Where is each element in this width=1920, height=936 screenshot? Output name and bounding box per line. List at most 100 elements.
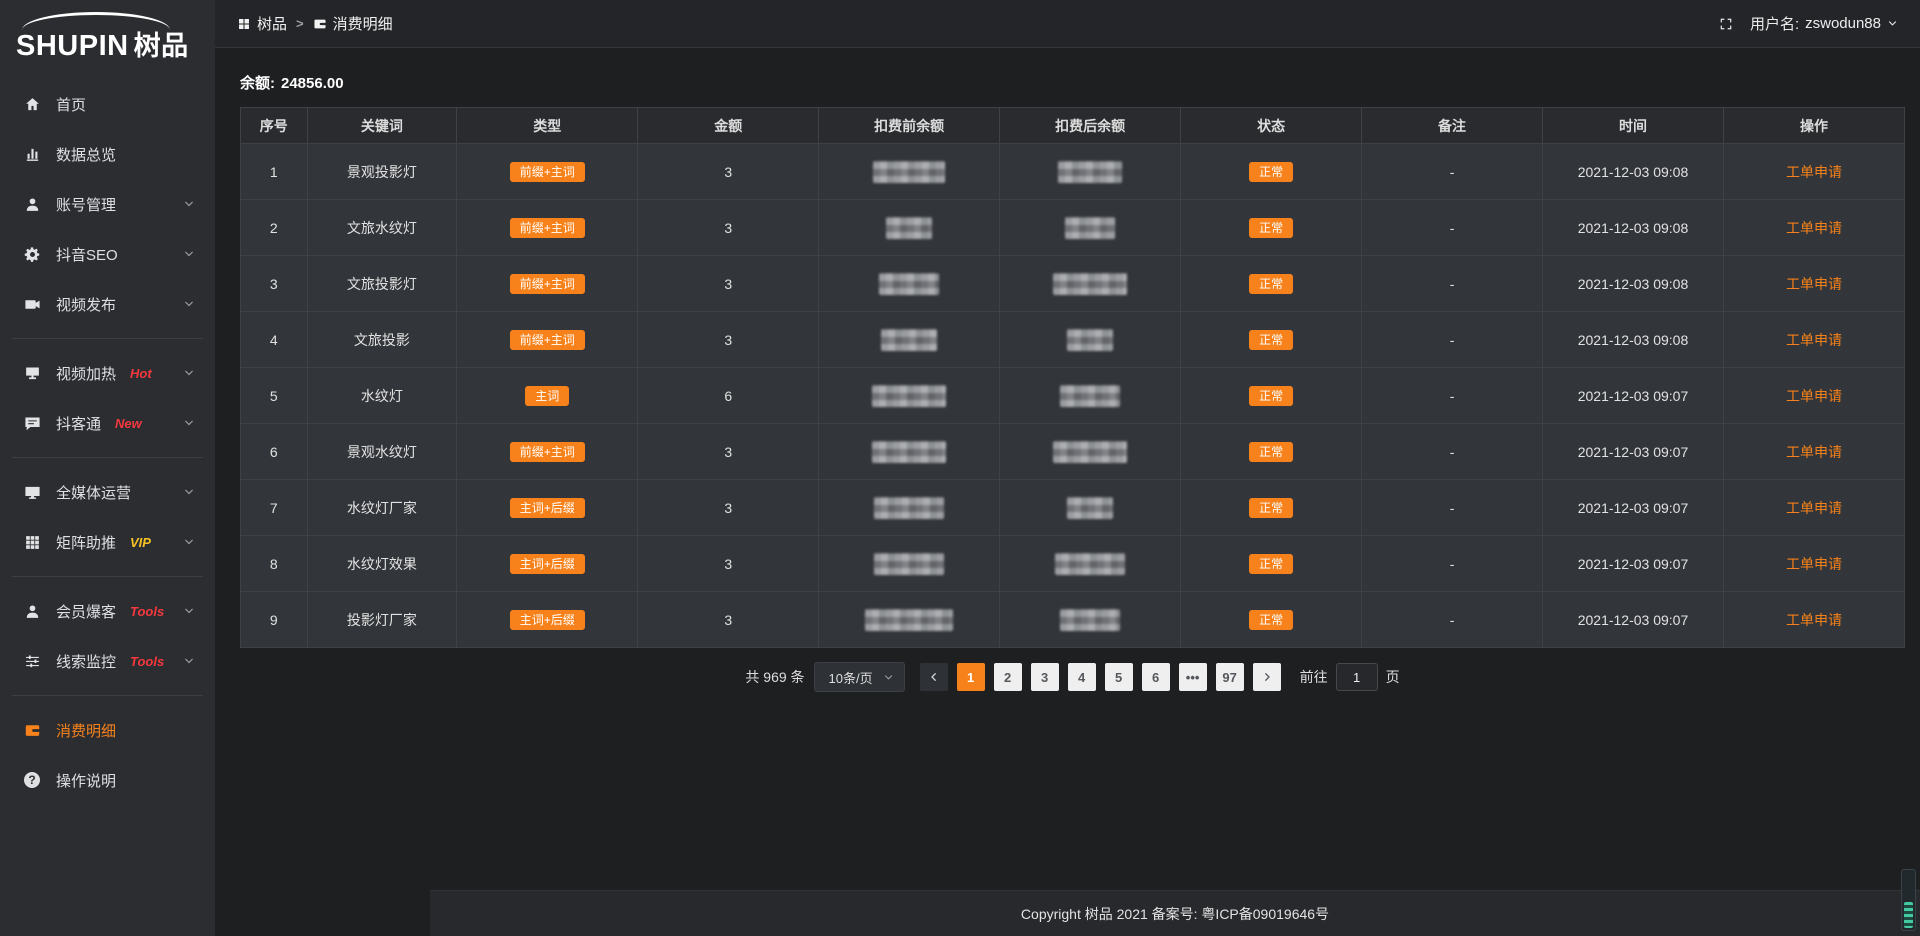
work-order-link[interactable]: 工单申请	[1786, 500, 1842, 516]
cell-remark: -	[1362, 424, 1543, 480]
sliders-icon	[22, 653, 42, 670]
footer: Copyright 树品 2021 备案号: 粤ICP备09019646号	[430, 890, 1920, 936]
cell-remark: -	[1362, 312, 1543, 368]
cell-time: 2021-12-03 09:07	[1543, 480, 1724, 536]
work-order-link[interactable]: 工单申请	[1786, 164, 1842, 180]
cell-balance-before	[819, 312, 1000, 368]
page-button-3[interactable]: 3	[1031, 663, 1059, 691]
chevron-down-icon	[179, 198, 199, 210]
sidebar-divider	[12, 338, 203, 339]
page-button-5[interactable]: 5	[1105, 663, 1133, 691]
column-header: 操作	[1723, 108, 1904, 144]
breadcrumb-item[interactable]: 消费明细	[313, 13, 393, 34]
sidebar-divider	[12, 695, 203, 696]
page-size-select[interactable]: 10条/页	[814, 662, 905, 692]
type-badge: 前缀+主词	[510, 218, 585, 238]
sidebar-item-消费明细[interactable]: 消费明细	[0, 705, 215, 755]
cell-action: 工单申请	[1723, 312, 1904, 368]
page-button-6[interactable]: 6	[1142, 663, 1170, 691]
cell-balance-before	[819, 424, 1000, 480]
work-order-link[interactable]: 工单申请	[1786, 612, 1842, 628]
cell-type: 主词+后缀	[457, 480, 638, 536]
cell-action: 工单申请	[1723, 256, 1904, 312]
cell-status: 正常	[1181, 480, 1362, 536]
sidebar-item-矩阵助推[interactable]: 矩阵助推VIP	[0, 517, 215, 567]
chevron-down-icon	[179, 655, 199, 667]
cell-status: 正常	[1181, 424, 1362, 480]
goto-page-input[interactable]	[1336, 663, 1378, 691]
cell-status: 正常	[1181, 256, 1362, 312]
page-button-2[interactable]: 2	[994, 663, 1022, 691]
status-badge: 正常	[1249, 498, 1293, 518]
table-row: 9投影灯厂家主词+后缀3正常-2021-12-03 09:07工单申请	[241, 592, 1905, 648]
cell-index: 7	[241, 480, 308, 536]
column-header: 类型	[457, 108, 638, 144]
sidebar: SHUPIN树品 首页数据总览账号管理抖音SEO视频发布视频加热Hot抖客通Ne…	[0, 0, 215, 936]
sidebar-item-视频发布[interactable]: 视频发布	[0, 279, 215, 329]
status-badge: 正常	[1249, 218, 1293, 238]
cell-amount: 3	[638, 592, 819, 648]
type-badge: 主词	[525, 386, 569, 406]
cell-status: 正常	[1181, 592, 1362, 648]
table-row: 2文旅水纹灯前缀+主词3正常-2021-12-03 09:08工单申请	[241, 200, 1905, 256]
cell-type: 主词+后缀	[457, 536, 638, 592]
page-size-value: 10条/页	[829, 668, 873, 687]
cell-amount: 3	[638, 424, 819, 480]
redacted-balance-before	[886, 217, 932, 239]
cell-balance-after	[1000, 592, 1181, 648]
username-label: 用户名:	[1750, 13, 1799, 34]
work-order-link[interactable]: 工单申请	[1786, 556, 1842, 572]
fullscreen-icon[interactable]	[1718, 16, 1734, 32]
work-order-link[interactable]: 工单申请	[1786, 220, 1842, 236]
page-button-4[interactable]: 4	[1068, 663, 1096, 691]
sidebar-item-会员爆客[interactable]: 会员爆客Tools	[0, 586, 215, 636]
work-order-link[interactable]: 工单申请	[1786, 276, 1842, 292]
next-page-button[interactable]	[1253, 663, 1281, 691]
sidebar-item-抖客通[interactable]: 抖客通New	[0, 398, 215, 448]
sidebar-item-抖音SEO[interactable]: 抖音SEO	[0, 229, 215, 279]
cell-action: 工单申请	[1723, 144, 1904, 200]
table-row: 8水纹灯效果主词+后缀3正常-2021-12-03 09:07工单申请	[241, 536, 1905, 592]
page-button-1[interactable]: 1	[957, 663, 985, 691]
cell-amount: 3	[638, 536, 819, 592]
redacted-balance-after	[1053, 273, 1127, 295]
sidebar-item-全媒体运营[interactable]: 全媒体运营	[0, 467, 215, 517]
user-dropdown[interactable]: 用户名: zswodun88	[1750, 13, 1898, 34]
sidebar-item-数据总览[interactable]: 数据总览	[0, 129, 215, 179]
page-button-•••[interactable]: •••	[1179, 663, 1207, 691]
redacted-balance-after	[1065, 217, 1115, 239]
column-header: 时间	[1543, 108, 1724, 144]
work-order-link[interactable]: 工单申请	[1786, 332, 1842, 348]
work-order-link[interactable]: 工单申请	[1786, 388, 1842, 404]
work-order-link[interactable]: 工单申请	[1786, 444, 1842, 460]
sidebar-item-视频加热[interactable]: 视频加热Hot	[0, 348, 215, 398]
page-button-97[interactable]: 97	[1216, 663, 1244, 691]
type-badge: 前缀+主词	[510, 162, 585, 182]
cell-keyword: 景观投影灯	[307, 144, 457, 200]
prev-page-button[interactable]	[920, 663, 948, 691]
chevron-down-icon	[179, 417, 199, 429]
sidebar-item-线索监控[interactable]: 线索监控Tools	[0, 636, 215, 686]
redacted-balance-after	[1055, 553, 1125, 575]
sidebar-item-账号管理[interactable]: 账号管理	[0, 179, 215, 229]
main-area: 树品>消费明细 用户名: zswodun88 余额:24856.00 序号关键词…	[215, 0, 1920, 936]
cell-time: 2021-12-03 09:08	[1543, 256, 1724, 312]
table-row: 1景观投影灯前缀+主词3正常-2021-12-03 09:08工单申请	[241, 144, 1905, 200]
column-header: 状态	[1181, 108, 1362, 144]
sidebar-item-首页[interactable]: 首页	[0, 79, 215, 129]
balance-label: 余额:	[240, 75, 275, 92]
mini-scrollbar-widget[interactable]	[1901, 869, 1916, 931]
cell-time: 2021-12-03 09:08	[1543, 312, 1724, 368]
sidebar-item-操作说明[interactable]: ?操作说明	[0, 755, 215, 805]
type-badge: 前缀+主词	[510, 274, 585, 294]
sidebar-item-label: 会员爆客	[56, 601, 116, 622]
redacted-balance-before	[874, 497, 944, 519]
breadcrumb-item[interactable]: 树品	[237, 13, 287, 34]
pagination-total: 共 969 条	[745, 667, 804, 687]
redacted-balance-before	[872, 385, 946, 407]
screen-icon	[22, 365, 42, 382]
breadcrumb-label: 消费明细	[333, 13, 393, 34]
sidebar-item-label: 消费明细	[56, 720, 116, 741]
cell-keyword: 水纹灯	[307, 368, 457, 424]
chevron-down-icon	[179, 536, 199, 548]
